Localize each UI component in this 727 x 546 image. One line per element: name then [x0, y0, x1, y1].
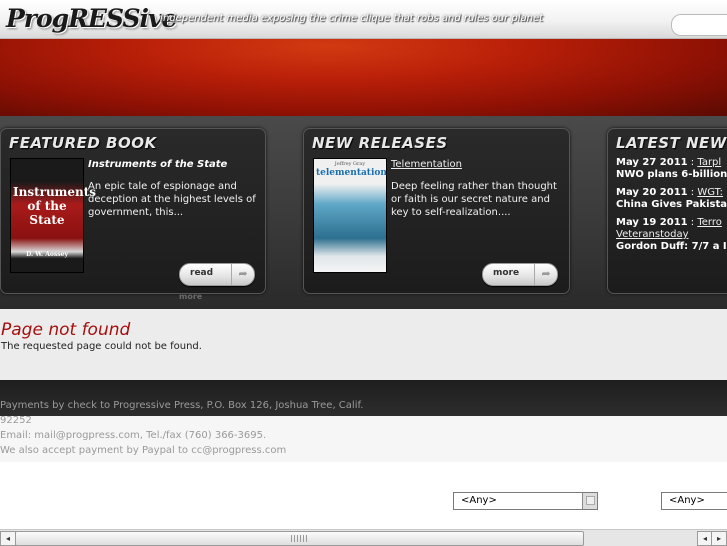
- new-release-title[interactable]: Telementation: [391, 159, 462, 170]
- scroll-left-icon[interactable]: ◂: [0, 531, 16, 546]
- search-input[interactable]: [671, 14, 727, 36]
- select-value: <Any>: [669, 495, 705, 506]
- news-headline[interactable]: NWO plans 6-billion: [616, 169, 727, 181]
- arrow-right-icon: ➦: [231, 264, 254, 285]
- news-item: May 20 2011 : WGT: China Gives Pakista: [616, 187, 727, 211]
- news-date: May 20 2011: [616, 187, 688, 198]
- read-button[interactable]: read ➦: [179, 263, 255, 286]
- new-releases-heading: NEW RELEASES: [312, 134, 448, 152]
- arrow-right-icon: ➦: [534, 264, 557, 285]
- news-source-link[interactable]: Tarpl: [697, 157, 721, 168]
- news-headline[interactable]: Gordon Duff: 7/7 a I: [616, 241, 727, 253]
- featured-book-cover[interactable]: Instruments of the State D. W. Aossey: [10, 158, 97, 273]
- news-headline[interactable]: China Gives Pakista: [616, 199, 727, 211]
- filter-select-2[interactable]: <Any>: [661, 492, 727, 510]
- footer-line: Payments by check to Progressive Press, …: [0, 400, 364, 411]
- more-button[interactable]: more ➦: [482, 263, 558, 286]
- featured-more-link[interactable]: more: [179, 292, 202, 301]
- news-item: May 19 2011 : Terro Veteranstoday Gordon…: [616, 217, 727, 253]
- cover-title: telementation: [316, 168, 387, 178]
- new-release-cover[interactable]: Jeffrey Gray telementation: [313, 158, 387, 273]
- news-item: May 27 2011 : Tarpl NWO plans 6-billion: [616, 157, 727, 181]
- page-message: The requested page could not be found.: [1, 341, 202, 352]
- scroll-right-icon[interactable]: ▸: [711, 531, 727, 546]
- news-date: May 19 2011: [616, 217, 688, 228]
- featured-book-panel: FEATURED BOOK Instruments of the State D…: [0, 128, 266, 294]
- read-button-label: read: [190, 268, 214, 278]
- news-date: May 27 2011: [616, 157, 688, 168]
- latest-news-heading: LATEST NEWS: [616, 134, 727, 152]
- footer-line: We also accept payment by Paypal to cc@p…: [0, 445, 287, 456]
- page-title: Page not found: [1, 320, 131, 340]
- news-source-link[interactable]: WGT:: [697, 187, 723, 198]
- featured-book-description: An epic tale of espionage and deception …: [88, 181, 256, 218]
- cover-author: D. W. Aossey: [26, 251, 68, 258]
- new-release-description: Deep feeling rather than thought or fait…: [391, 181, 557, 218]
- grip-icon: [291, 535, 307, 542]
- footer-line: 92252: [0, 415, 32, 426]
- footer-line: Email: mail@progpress.com, Tel./fax (760…: [0, 430, 267, 441]
- site-header: ProgRESSive Independent media exposing t…: [0, 0, 727, 116]
- cover-author: Jeffrey Gray: [334, 161, 366, 167]
- site-logo[interactable]: ProgRESSive: [6, 4, 177, 33]
- news-list: May 27 2011 : Tarpl NWO plans 6-billion …: [616, 157, 727, 259]
- scrollbar-thumb[interactable]: [15, 531, 584, 546]
- horizontal-scrollbar[interactable]: ◂ ◂ ▸: [0, 529, 727, 546]
- more-button-label: more: [493, 268, 520, 278]
- new-releases-panel: NEW RELEASES Jeffrey Gray telementation …: [303, 128, 570, 294]
- news-source-link[interactable]: Terro: [697, 217, 722, 228]
- featured-book-title[interactable]: Instruments of the State: [88, 159, 227, 170]
- filter-select-1[interactable]: <Any>: [453, 492, 598, 510]
- footer-payment-info: Payments by check to Progressive Press, …: [0, 398, 400, 458]
- site-tagline: Independent media exposing the crime cli…: [160, 13, 544, 24]
- filter-area: [0, 462, 727, 529]
- cover-title: Instruments of the State: [13, 185, 97, 227]
- chevron-down-icon[interactable]: [582, 493, 597, 509]
- news-source-link[interactable]: Veteranstoday: [616, 229, 727, 241]
- select-value: <Any>: [461, 495, 497, 506]
- featured-book-heading: FEATURED BOOK: [9, 134, 157, 152]
- latest-news-panel: LATEST NEWS May 27 2011 : Tarpl NWO plan…: [607, 128, 727, 294]
